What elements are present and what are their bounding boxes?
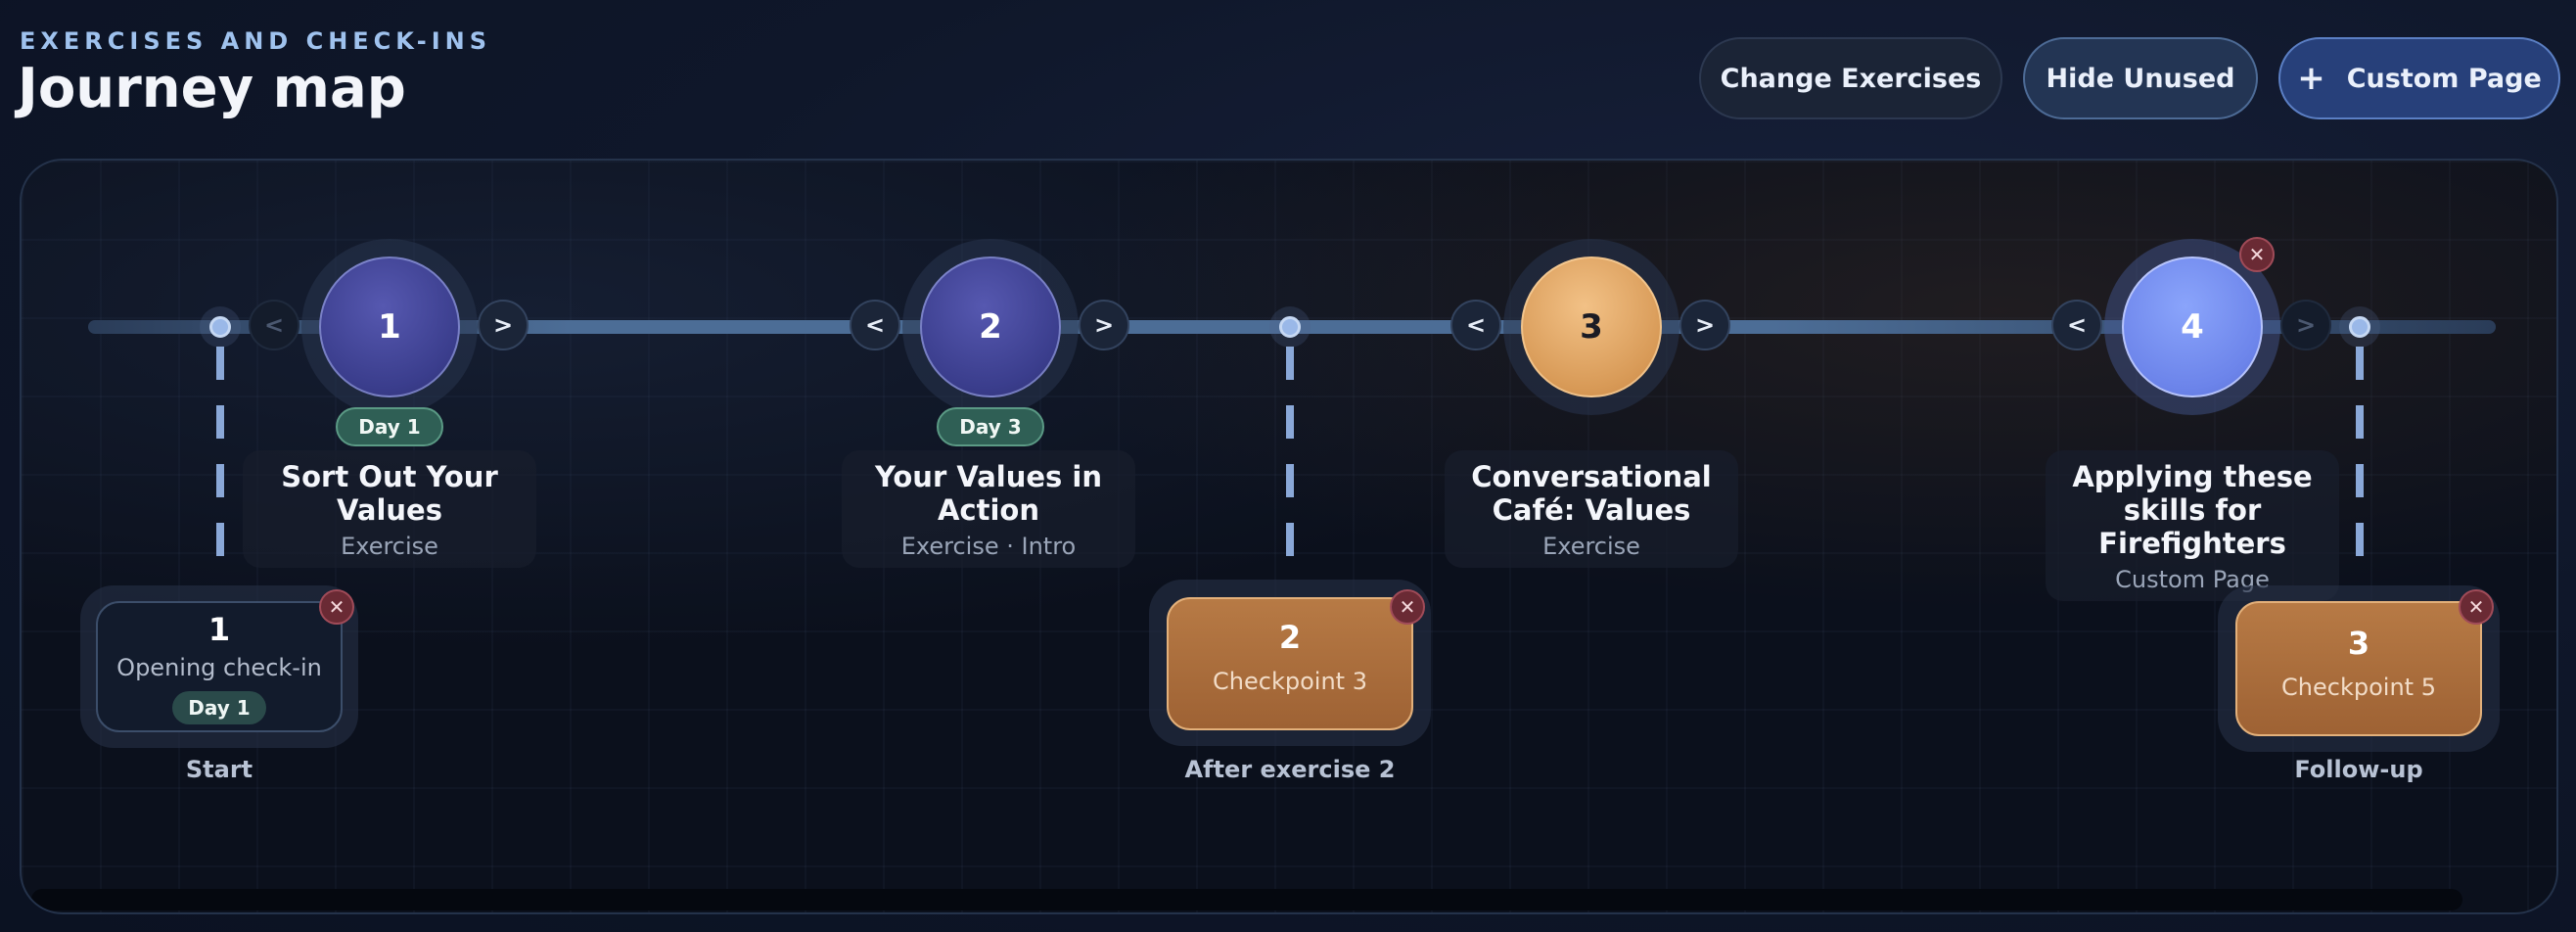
exercise-2-move-right[interactable]: >: [1079, 300, 1129, 350]
chevron-right-icon: >: [492, 311, 514, 339]
checkpoint-3-remove-button[interactable]: ✕: [2459, 589, 2494, 625]
checkpoint-dot-3: [2349, 316, 2370, 338]
exercise-number: 3: [1580, 307, 1603, 347]
checkpoint-dot-2: [1279, 316, 1301, 338]
exercise-4-node[interactable]: 4: [2122, 256, 2263, 397]
checkpoint-dot-1: [209, 316, 231, 338]
chevron-left-icon: <: [1465, 311, 1487, 339]
custom-page-button[interactable]: + Custom Page: [2278, 37, 2560, 119]
checkpoint-2-card[interactable]: 2 Checkpoint 3: [1167, 597, 1413, 730]
close-icon: ✕: [2467, 595, 2485, 619]
checkpoint-number: 2: [1278, 619, 1302, 656]
exercise-title: Your Values in Action: [875, 460, 1102, 527]
exercise-1-node[interactable]: 1: [319, 256, 460, 397]
page-title: Journey map: [18, 57, 406, 120]
exercise-2-day-badge: Day 3: [937, 407, 1044, 446]
custom-page-label: Custom Page: [2346, 63, 2542, 94]
exercise-type: Exercise: [341, 533, 438, 560]
chevron-right-icon: >: [1093, 311, 1115, 339]
exercise-3-move-right[interactable]: >: [1679, 300, 1730, 350]
chevron-left-icon: <: [263, 311, 285, 339]
exercise-type: Exercise: [1542, 533, 1640, 560]
checkpoint-connector-1: [216, 347, 224, 570]
checkpoint-3-card[interactable]: 3 Checkpoint 5: [2235, 601, 2482, 736]
checkpoint-1-caption: Start: [185, 756, 253, 783]
exercise-4-label: Applying these skills for Firefighters C…: [2046, 450, 2339, 601]
checkpoint-name: Opening check-in: [116, 654, 322, 681]
close-icon: ✕: [1399, 595, 1416, 619]
exercise-title: Sort Out Your Values: [281, 460, 498, 527]
checkpoint-connector-3: [2356, 347, 2364, 570]
plus-icon: +: [2297, 59, 2325, 98]
checkpoint-number: 3: [2347, 625, 2370, 662]
checkpoint-name: Checkpoint 3: [1213, 668, 1367, 695]
close-icon: ✕: [2248, 243, 2266, 266]
exercise-1-move-left[interactable]: <: [249, 300, 299, 350]
exercise-number: 1: [378, 307, 401, 347]
exercise-4-remove-button[interactable]: ✕: [2239, 237, 2275, 272]
exercise-number: 4: [2181, 307, 2204, 347]
hide-unused-button[interactable]: Hide Unused: [2023, 37, 2258, 119]
chevron-right-icon: >: [1694, 311, 1716, 339]
exercise-3-label: Conversational Café: Values Exercise: [1445, 450, 1738, 568]
chevron-right-icon: >: [2295, 311, 2317, 339]
checkpoint-name: Checkpoint 5: [2281, 674, 2436, 701]
exercise-title: Applying these skills for Firefighters: [2072, 460, 2313, 560]
checkpoint-2-caption: After exercise 2: [1184, 756, 1396, 783]
checkpoint-number: 1: [207, 611, 231, 648]
chevron-left-icon: <: [2066, 311, 2088, 339]
checkpoint-1-card[interactable]: 1 Opening check-in Day 1: [96, 601, 343, 732]
close-icon: ✕: [328, 595, 345, 619]
exercise-1-label: Sort Out Your Values Exercise: [243, 450, 536, 568]
checkpoint-3-caption: Follow-up: [2294, 756, 2423, 783]
journey-panel: < 1 > Day 1 Sort Out Your Values Exercis…: [20, 159, 2558, 914]
exercise-1-move-right[interactable]: >: [478, 300, 529, 350]
section-eyebrow: EXERCISES AND CHECK-INS: [20, 27, 492, 55]
change-exercises-button[interactable]: Change Exercises: [1699, 37, 2002, 119]
exercise-4-move-right[interactable]: >: [2280, 300, 2331, 350]
exercise-2-label: Your Values in Action Exercise · Intro: [842, 450, 1135, 568]
chevron-left-icon: <: [864, 311, 886, 339]
exercise-1-day-badge: Day 1: [336, 407, 443, 446]
horizontal-scrollbar[interactable]: [31, 889, 2462, 910]
exercise-3-move-left[interactable]: <: [1450, 300, 1501, 350]
exercise-type: Exercise · Intro: [900, 533, 1077, 560]
exercise-number: 2: [979, 307, 1002, 347]
exercise-title: Conversational Café: Values: [1471, 460, 1712, 527]
checkpoint-2-remove-button[interactable]: ✕: [1390, 589, 1425, 625]
exercise-2-move-left[interactable]: <: [850, 300, 900, 350]
exercise-3-node[interactable]: 3: [1521, 256, 1662, 397]
checkpoint-day-badge: Day 1: [172, 691, 266, 724]
exercise-4-move-left[interactable]: <: [2051, 300, 2102, 350]
checkpoint-connector-2: [1286, 347, 1294, 570]
exercise-2-node[interactable]: 2: [920, 256, 1061, 397]
checkpoint-1-remove-button[interactable]: ✕: [319, 589, 354, 625]
